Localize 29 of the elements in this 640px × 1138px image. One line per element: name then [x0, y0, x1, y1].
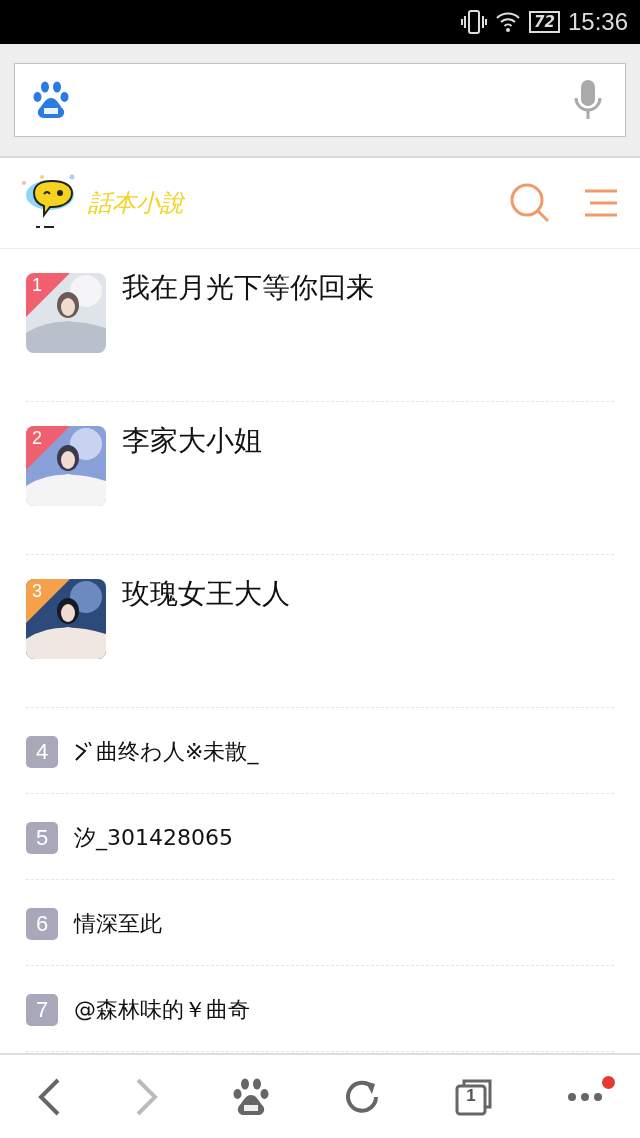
ranking-item[interactable]: 7 @森林味的￥曲奇 — [26, 966, 614, 1052]
rank-badge: 5 — [26, 822, 58, 854]
logo-text: 話本小說 — [88, 188, 184, 219]
battery-level: 72 — [529, 11, 560, 33]
item-title: 李家大小姐 — [122, 423, 262, 459]
vibrate-icon — [461, 10, 488, 34]
ranking-item[interactable]: 5 汐_301428065 — [26, 794, 614, 880]
address-field[interactable] — [14, 63, 626, 137]
clock: 15:36 — [567, 8, 628, 36]
ranking-item[interactable]: 3 玫瑰女王大人 — [26, 555, 614, 708]
rank-number: 1 — [32, 275, 42, 296]
ranking-item[interactable]: 6 情深至此 — [26, 880, 614, 966]
item-title: 玫瑰女王大人 — [122, 576, 290, 612]
item-title: 汐_301428065 — [74, 824, 233, 853]
item-title: 情深至此 — [74, 910, 162, 938]
item-title: @森林味的￥曲奇 — [74, 996, 250, 1024]
ranking-item[interactable]: 2 李家大小姐 — [26, 402, 614, 555]
rank-badge: 4 — [26, 736, 58, 768]
ranking-item[interactable]: 1 我在月光下等你回来 — [26, 249, 614, 402]
rank-number: 2 — [32, 428, 42, 449]
rank-badge: 6 — [26, 908, 58, 940]
item-title: 我在月光下等你回来 — [122, 270, 374, 306]
rank-badge: 7 — [26, 994, 58, 1026]
back-button[interactable] — [37, 1077, 61, 1116]
item-title: 曲终わ人※未散_ — [96, 738, 259, 767]
microphone-icon — [573, 80, 603, 120]
wifi-icon — [495, 11, 522, 33]
ranking-item[interactable]: 4 曲终わ人※未散_ — [26, 708, 614, 794]
rank-number: 3 — [32, 581, 42, 602]
